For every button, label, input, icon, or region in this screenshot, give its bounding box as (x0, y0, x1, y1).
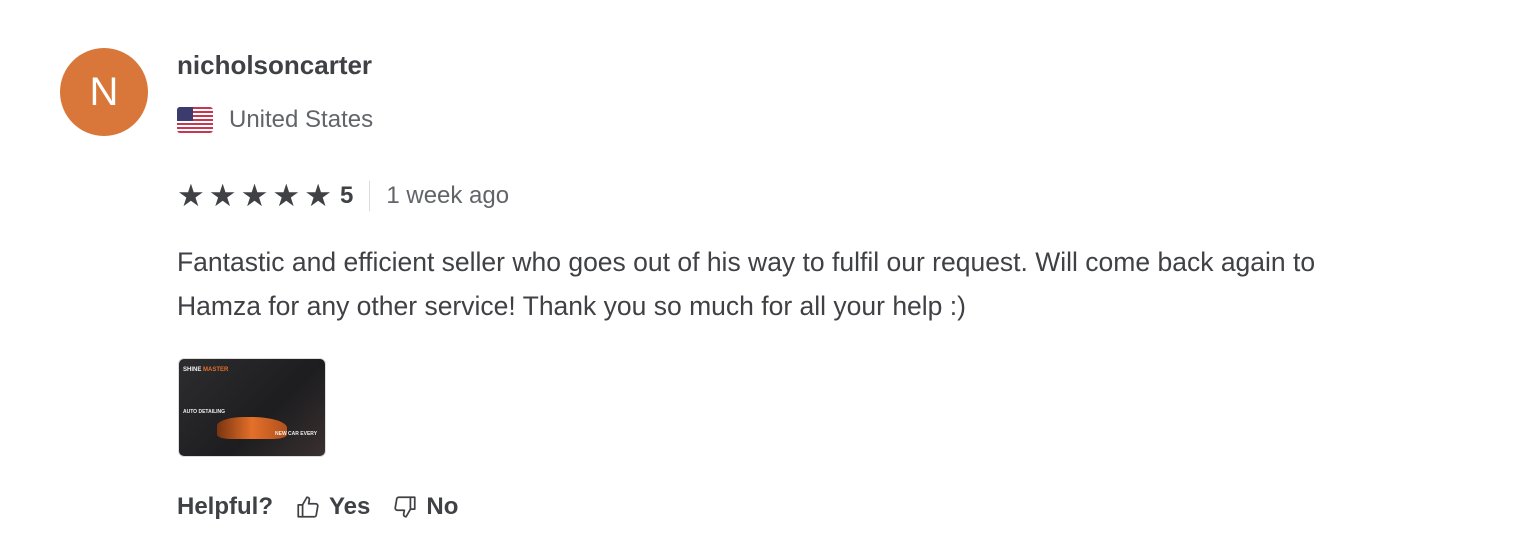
reviewer-country: United States (177, 106, 373, 134)
attachment-banner: NEW CAR EVERY (275, 431, 318, 437)
rating: ★ ★ ★ ★ ★ 5 1 week ago (177, 180, 509, 211)
avatar-letter: N (89, 69, 119, 114)
star-icon: ★ (240, 178, 269, 213)
thumbs-up-icon (297, 496, 319, 518)
divider (369, 180, 371, 211)
attachment-title: SHINE MASTER (183, 367, 229, 373)
review-text: Fantastic and efficient seller who goes … (177, 247, 1316, 321)
country-name: United States (229, 106, 374, 133)
thumbs-down-icon (394, 496, 417, 518)
star-rating: ★ ★ ★ ★ ★ (177, 180, 332, 211)
review-time: 1 week ago (386, 181, 510, 209)
helpful-section: Helpful? Yes No (177, 493, 458, 521)
yes-label: Yes (329, 493, 371, 520)
star-icon: ★ (304, 178, 332, 213)
star-icon: ★ (208, 178, 237, 213)
helpful-yes-button[interactable]: Yes (295, 493, 370, 521)
star-icon: ★ (177, 178, 205, 213)
us-flag-icon (177, 107, 213, 133)
review-attachment-thumbnail[interactable]: SHINE MASTER AUTO DETAILING NEW CAR EVER… (178, 358, 326, 457)
no-label: No (426, 493, 459, 520)
avatar[interactable]: N (60, 48, 148, 136)
attachment-subtitle: AUTO DETAILING (183, 409, 226, 415)
rating-score: 5 (339, 181, 354, 209)
reviewer-username[interactable]: nicholsoncarter (177, 50, 372, 81)
helpful-label: Helpful? (177, 493, 273, 520)
star-icon: ★ (272, 178, 301, 213)
helpful-no-button[interactable]: No (392, 493, 458, 521)
